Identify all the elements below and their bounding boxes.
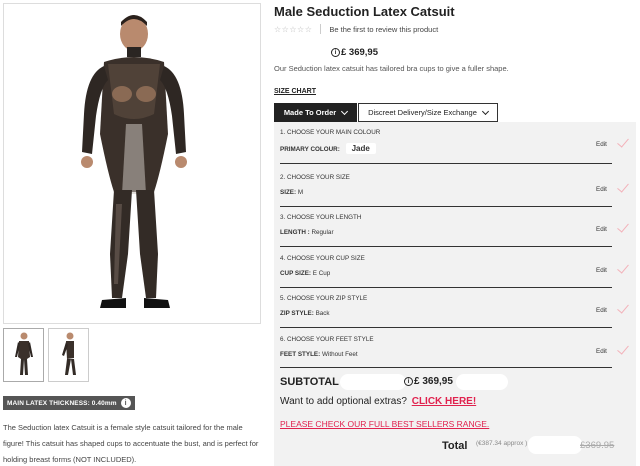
option-label: ZIP STYLE: bbox=[280, 310, 314, 317]
option-label: CUP SIZE: bbox=[280, 270, 312, 277]
extras-link[interactable]: CLICK HERE! bbox=[412, 396, 476, 407]
info-icon[interactable]: i bbox=[120, 398, 131, 408]
thumbnail-strip bbox=[3, 328, 89, 382]
edit-zip-style-button[interactable]: Edit bbox=[596, 307, 607, 314]
option-divider bbox=[280, 246, 612, 247]
option-main-colour[interactable]: 1. CHOOSE YOUR MAIN COLOUR PRIMARY COLOU… bbox=[280, 129, 630, 164]
total-approx: (€387.34 approx ) bbox=[476, 440, 528, 447]
size-chart-link[interactable]: SIZE CHART bbox=[274, 88, 316, 95]
product-price: i £ 369,95 bbox=[331, 47, 378, 58]
product-main-image[interactable] bbox=[3, 3, 261, 324]
option-heading: 3. CHOOSE YOUR LENGTH bbox=[280, 214, 362, 221]
tab-discreet-delivery[interactable]: Discreet Delivery/Size Exchange bbox=[358, 103, 498, 122]
option-value-row: SIZE: M bbox=[280, 189, 630, 196]
tab-label: Discreet Delivery/Size Exchange bbox=[368, 108, 477, 117]
option-heading: 4. CHOOSE YOUR CUP SIZE bbox=[280, 255, 365, 262]
option-divider bbox=[280, 367, 612, 368]
price-value: £ 369,95 bbox=[341, 47, 378, 58]
redacted-block bbox=[456, 374, 508, 390]
product-subheading: Our Seduction latex catsuit has tailored… bbox=[274, 64, 509, 73]
option-cup-size[interactable]: 4. CHOOSE YOUR CUP SIZE CUP SIZE: E Cup bbox=[280, 255, 630, 288]
rating-divider bbox=[320, 24, 322, 34]
option-value-row: PRIMARY COLOUR: Jade bbox=[280, 143, 630, 154]
option-value: Without Feet bbox=[321, 351, 358, 358]
option-value: Back bbox=[315, 310, 330, 317]
option-heading: 1. CHOOSE YOUR MAIN COLOUR bbox=[280, 129, 381, 136]
thickness-label: MAIN LATEX THICKNESS: 0.40mm bbox=[7, 399, 117, 407]
chevron-down-icon bbox=[481, 107, 489, 115]
option-divider bbox=[280, 327, 612, 328]
price-info-icon[interactable]: i bbox=[331, 48, 340, 57]
review-link[interactable]: Be the first to review this product bbox=[329, 25, 438, 34]
option-divider bbox=[280, 163, 612, 164]
option-value-row: FEET STYLE: Without Feet bbox=[280, 351, 630, 358]
price-info-icon[interactable]: i bbox=[404, 377, 413, 386]
redacted-block bbox=[340, 374, 406, 390]
option-value-row: ZIP STYLE: Back bbox=[280, 310, 630, 317]
option-value: M bbox=[297, 189, 304, 196]
subtotal-price: i £ 369,95 bbox=[404, 376, 453, 387]
option-label: SIZE: bbox=[280, 189, 297, 196]
option-label: FEET STYLE: bbox=[280, 351, 321, 358]
tab-made-to-order[interactable]: Made To Order bbox=[274, 103, 357, 122]
thumbnail-side[interactable] bbox=[48, 328, 89, 382]
edit-colour-button[interactable]: Edit bbox=[596, 141, 607, 148]
star-rating-icon: ☆☆☆☆☆ bbox=[274, 24, 313, 34]
option-value-row: CUP SIZE: E Cup bbox=[280, 270, 630, 277]
redacted-block bbox=[528, 436, 582, 454]
option-value: E Cup bbox=[312, 270, 331, 277]
rating-row: ☆☆☆☆☆ Be the first to review this produc… bbox=[274, 24, 438, 34]
extras-row: Want to add optional extras? CLICK HERE! bbox=[280, 396, 476, 407]
option-size[interactable]: 2. CHOOSE YOUR SIZE SIZE: M bbox=[280, 174, 630, 207]
product-description: The Seduction latex Catsuit is a female … bbox=[3, 423, 259, 464]
option-value: Jade bbox=[345, 143, 376, 154]
bestsellers-link[interactable]: PLEASE CHECK OUR FULL BEST SELLERS RANGE… bbox=[280, 419, 489, 429]
option-divider bbox=[280, 287, 612, 288]
option-value-row: LENGTH : Regular bbox=[280, 229, 630, 236]
extras-question: Want to add optional extras? bbox=[280, 396, 407, 407]
thumbnail-front-image bbox=[14, 332, 33, 375]
subtotal-value: £ 369,95 bbox=[414, 376, 453, 387]
subtotal-label: SUBTOTAL bbox=[280, 376, 339, 388]
total-old-price: £369.95 bbox=[580, 440, 615, 451]
option-value: Regular bbox=[311, 229, 334, 236]
chevron-down-icon bbox=[341, 107, 349, 115]
product-title: Male Seduction Latex Catsuit bbox=[274, 4, 455, 19]
thumbnail-front[interactable] bbox=[3, 328, 44, 382]
edit-cup-size-button[interactable]: Edit bbox=[596, 267, 607, 274]
total-label: Total bbox=[442, 440, 468, 452]
option-heading: 2. CHOOSE YOUR SIZE bbox=[280, 174, 350, 181]
edit-size-button[interactable]: Edit bbox=[596, 186, 607, 193]
edit-length-button[interactable]: Edit bbox=[596, 226, 607, 233]
option-divider bbox=[280, 206, 612, 207]
thumbnail-side-image bbox=[61, 332, 76, 375]
option-feet-style[interactable]: 6. CHOOSE YOUR FEET STYLE FEET STYLE: Wi… bbox=[280, 336, 630, 368]
option-length[interactable]: 3. CHOOSE YOUR LENGTH LENGTH : Regular bbox=[280, 214, 630, 247]
edit-feet-style-button[interactable]: Edit bbox=[596, 348, 607, 355]
option-zip-style[interactable]: 5. CHOOSE YOUR ZIP STYLE ZIP STYLE: Back bbox=[280, 295, 630, 328]
option-label: LENGTH : bbox=[280, 229, 310, 236]
tab-label: Made To Order bbox=[283, 108, 337, 117]
catsuit-figure-image bbox=[81, 15, 187, 308]
option-heading: 5. CHOOSE YOUR ZIP STYLE bbox=[280, 295, 368, 302]
option-label: PRIMARY COLOUR: bbox=[280, 146, 340, 153]
option-heading: 6. CHOOSE YOUR FEET STYLE bbox=[280, 336, 374, 343]
latex-thickness-badge: MAIN LATEX THICKNESS: 0.40mm i bbox=[3, 396, 135, 410]
